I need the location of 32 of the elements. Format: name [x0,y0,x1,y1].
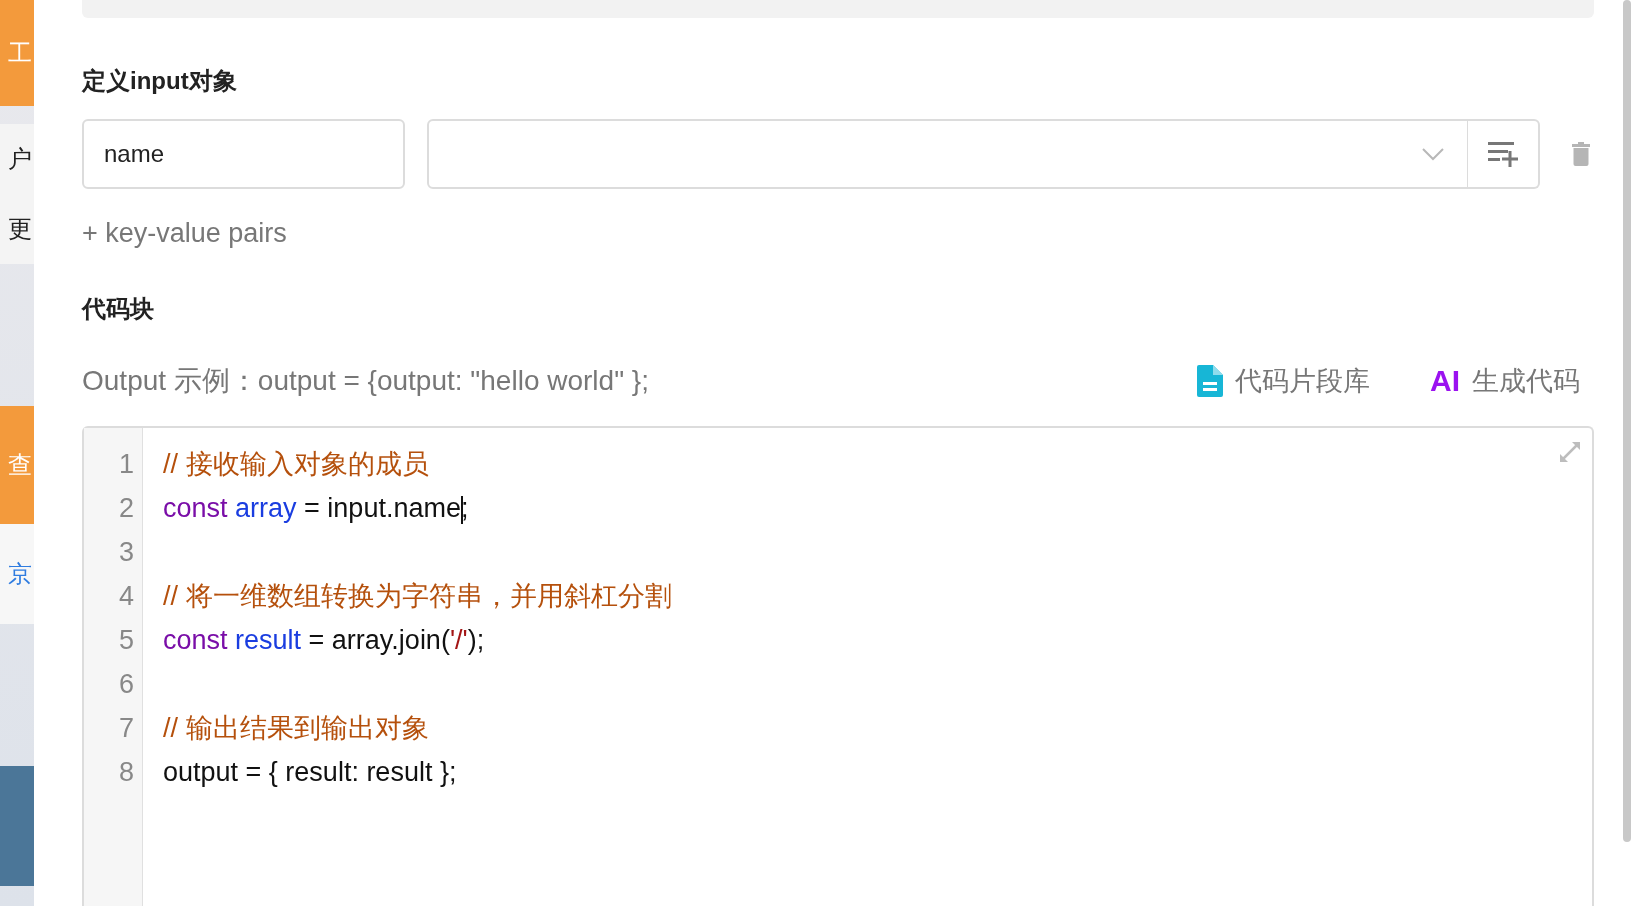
line-number: 6 [117,668,135,701]
trash-icon[interactable] [1572,142,1590,166]
chevron-down-icon [1421,147,1445,161]
sidebar-text[interactable]: 更 [8,213,34,245]
document-icon [1197,365,1223,397]
add-list-button[interactable] [1468,119,1540,189]
line-number: 2 [117,492,135,525]
snippet-library-button[interactable]: 代码片段库 [1197,363,1370,399]
code-line: const array = input.name; [163,492,469,526]
code-line: // 接收输入对象的成员 [163,448,429,481]
scrollbar[interactable] [1623,0,1631,842]
section-title: 代码块 [82,294,155,324]
code-line: // 输出结果到输出对象 [163,712,429,745]
list-add-icon [1488,141,1518,167]
line-number: 7 [117,712,135,745]
output-hint: Output 示例：output = {output: "hello world" }; [82,364,649,398]
code-line: // 将一维数组转换为字符串，并用斜杠分割 [163,580,672,613]
line-number: 8 [117,756,135,789]
line-number: 1 [117,448,135,481]
code-line: output = { result: result }; [163,756,457,789]
expand-icon[interactable] [1558,440,1582,464]
sidebar-text[interactable]: 京 [8,558,34,590]
code-editor[interactable]: 1 2 3 4 5 6 7 8 // 接收输入对象的成员 const array = input.name; // 将一维数组转换为字符串，并用斜杠分割 const result = array.join('/'); // 输出结果到输出对象 output = { result: result }; [82,426,1594,906]
code-line: const result = array.join('/'); [163,624,485,657]
section-title: 定义input对象 [82,66,238,96]
add-pair-link[interactable]: + key-value pairs [82,216,287,250]
key-field[interactable]: name [82,119,405,189]
line-number: 4 [117,580,135,613]
ai-generate-button[interactable]: AI 生成代码 [1430,363,1580,399]
line-number: 3 [117,536,135,569]
sidebar-text[interactable]: 户 [8,143,34,175]
line-number: 5 [117,624,135,657]
